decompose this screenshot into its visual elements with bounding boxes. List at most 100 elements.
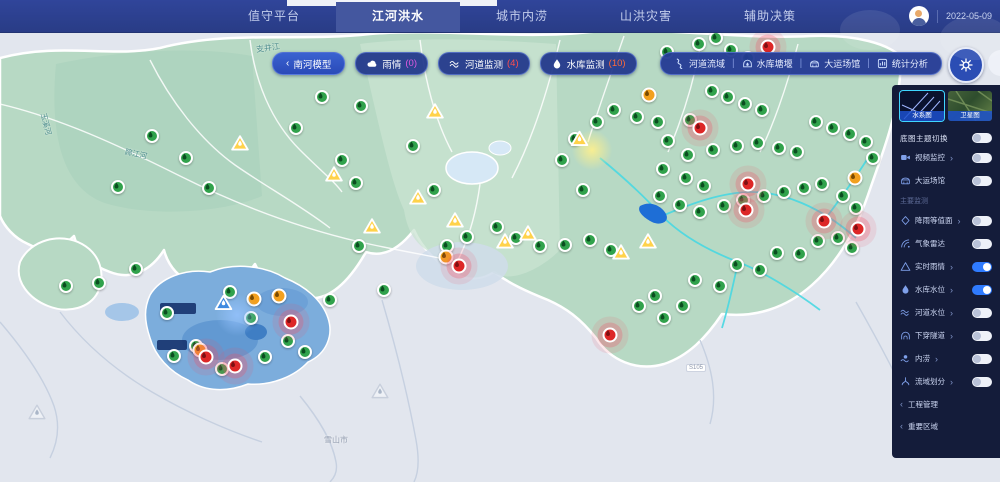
flood-triangle-marker[interactable] (214, 294, 260, 336)
warning-triangle-marker[interactable] (363, 218, 382, 235)
station-marker-normal[interactable] (705, 84, 719, 98)
station-marker-normal[interactable] (790, 145, 804, 159)
warning-triangle-marker[interactable] (446, 212, 465, 229)
station-marker-normal[interactable] (59, 279, 73, 293)
station-marker-normal[interactable] (92, 276, 106, 290)
user-avatar[interactable] (908, 6, 929, 26)
theme-switch-toggle[interactable] (972, 133, 992, 143)
station-marker-normal[interactable] (845, 241, 859, 255)
sidebar-item-realtime-rain[interactable]: 实时雨情 › (900, 255, 992, 278)
station-marker-normal[interactable] (129, 262, 143, 276)
station-marker-normal[interactable] (630, 110, 644, 124)
station-marker-normal[interactable] (679, 171, 693, 185)
station-marker-normal[interactable] (298, 345, 312, 359)
station-marker-normal[interactable] (849, 201, 863, 215)
menu-item-statistics[interactable]: 统计分析 (870, 57, 935, 70)
station-marker-alarm[interactable] (816, 213, 832, 229)
station-marker-alarm[interactable] (602, 327, 618, 343)
warning-triangle-marker[interactable] (496, 233, 515, 250)
station-marker-normal[interactable] (160, 306, 174, 320)
weather-radar-toggle[interactable] (972, 238, 992, 249)
station-marker-normal[interactable] (648, 289, 662, 303)
station-marker-alarm[interactable] (283, 314, 299, 330)
sidebar-item-waterlogging[interactable]: 内涝 › (900, 347, 992, 370)
station-marker-normal[interactable] (692, 37, 706, 51)
station-marker-normal[interactable] (653, 189, 667, 203)
station-marker-warning[interactable] (847, 170, 863, 186)
station-marker-normal[interactable] (721, 90, 735, 104)
rain-info-button[interactable]: 雨情 (0) (355, 52, 428, 75)
station-marker-normal[interactable] (179, 151, 193, 165)
basemap-water-system-map[interactable]: 水系图 (899, 90, 945, 122)
station-marker-normal[interactable] (555, 153, 569, 167)
station-marker-normal[interactable] (377, 283, 391, 297)
sidebar-item-basin-division[interactable]: 流域划分 › (900, 370, 992, 393)
station-marker-normal[interactable] (831, 231, 845, 245)
station-marker-normal[interactable] (811, 234, 825, 248)
station-marker-normal[interactable] (866, 151, 880, 165)
model-button[interactable]: ‹ 南河模型 (272, 52, 346, 75)
station-marker-normal[interactable] (770, 246, 784, 260)
river-monitor-button[interactable]: 河道监测 (4) (438, 52, 530, 75)
station-marker-normal[interactable] (406, 139, 420, 153)
sidebar-item-underpass-tunnel[interactable]: 下穿隧道 › (900, 324, 992, 347)
warning-triangle-marker[interactable] (231, 135, 250, 152)
station-marker-normal[interactable] (757, 189, 771, 203)
station-marker-normal[interactable] (354, 99, 368, 113)
warning-triangle-marker[interactable] (639, 233, 658, 250)
station-marker-normal[interactable] (709, 31, 723, 45)
station-marker-warning[interactable] (641, 87, 657, 103)
station-marker-normal[interactable] (352, 239, 366, 253)
station-marker-normal[interactable] (111, 180, 125, 194)
station-marker-normal[interactable] (751, 136, 765, 150)
sidebar-item-video-monitor[interactable]: 视频监控 › (900, 146, 992, 169)
tab-river-flood[interactable]: 江河洪水 (336, 0, 460, 32)
station-marker-normal[interactable] (738, 97, 752, 111)
warning-triangle-marker[interactable] (325, 166, 344, 183)
basemap-satellite-map[interactable]: 卫星图 (948, 91, 992, 121)
menu-item-reservoir-ponds[interactable]: 水库塘堰 (735, 57, 800, 70)
rainfall-isosurface-toggle[interactable] (972, 215, 992, 226)
station-marker-normal[interactable] (797, 181, 811, 195)
sidebar-item-rainfall-isosurface[interactable]: 降雨等值面 › (900, 209, 992, 232)
station-marker-normal[interactable] (777, 185, 791, 199)
warning-triangle-marker[interactable] (519, 225, 538, 242)
station-marker-alarm[interactable] (740, 176, 756, 192)
station-marker-alarm[interactable] (850, 221, 866, 237)
station-marker-normal[interactable] (688, 273, 702, 287)
station-marker-normal[interactable] (772, 141, 786, 155)
station-marker-alarm[interactable] (198, 349, 214, 365)
station-marker-normal[interactable] (632, 299, 646, 313)
station-marker-normal[interactable] (815, 177, 829, 191)
menu-item-river-basin[interactable]: 河道流域 (667, 57, 732, 70)
station-marker-normal[interactable] (730, 258, 744, 272)
station-marker-normal[interactable] (730, 139, 744, 153)
station-marker-normal[interactable] (843, 127, 857, 141)
station-marker-normal[interactable] (661, 134, 675, 148)
warning-triangle-glow-marker[interactable] (570, 130, 614, 170)
station-marker-alarm[interactable] (692, 120, 708, 136)
station-marker-normal[interactable] (349, 176, 363, 190)
station-marker-normal[interactable] (427, 183, 441, 197)
station-marker-normal[interactable] (315, 90, 329, 104)
station-marker-normal[interactable] (753, 263, 767, 277)
station-marker-normal[interactable] (281, 334, 295, 348)
station-marker-normal[interactable] (755, 103, 769, 117)
warning-triangle-marker[interactable] (426, 103, 445, 120)
realtime-rain-toggle[interactable] (972, 261, 992, 272)
station-marker-normal[interactable] (657, 311, 671, 325)
station-marker-normal[interactable] (717, 199, 731, 213)
station-marker-normal[interactable] (793, 247, 807, 261)
sidebar-item-weather-radar[interactable]: 气象雷达 (900, 232, 992, 255)
station-marker-alarm[interactable] (227, 358, 243, 374)
sidebar-item-universiade-venues[interactable]: 大运场馆 (900, 169, 992, 192)
sidebar-link-key-areas[interactable]: ‹ 重要区域 (900, 415, 992, 437)
reservoir-monitor-button[interactable]: 水库监测 (10) (539, 52, 637, 75)
tab-duty-platform[interactable]: 值守平台 (212, 0, 336, 32)
sidebar-link-project-management[interactable]: ‹ 工程管理 (900, 393, 992, 415)
station-marker-normal[interactable] (676, 299, 690, 313)
station-marker-normal[interactable] (706, 143, 720, 157)
video-monitor-toggle[interactable] (972, 152, 992, 163)
station-marker-normal[interactable] (607, 103, 621, 117)
station-marker-normal[interactable] (681, 148, 695, 162)
